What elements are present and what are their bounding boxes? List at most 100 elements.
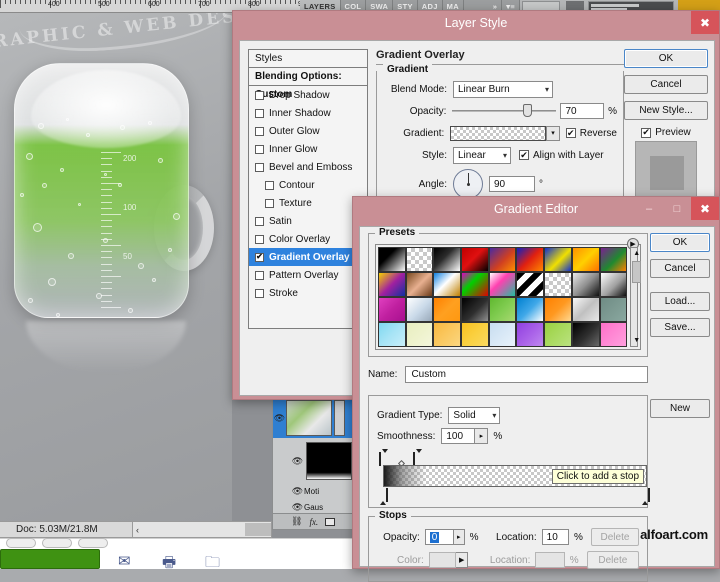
gradient-preset-2[interactable] (405, 247, 434, 272)
gradient-preset-25[interactable] (544, 297, 572, 322)
gradient-preset-13[interactable] (461, 272, 489, 297)
layers-panel-footer[interactable]: ⛓ fx. (273, 513, 363, 529)
style-checkbox[interactable] (255, 288, 264, 298)
stop-color-swatch[interactable] (428, 552, 457, 568)
stop-color-location-input[interactable] (535, 552, 565, 568)
reverse-checkbox[interactable]: ✔ (565, 128, 576, 138)
style-item-pattern-overlay[interactable]: Pattern Overlay (249, 266, 367, 284)
gradient-type-select[interactable]: Solid ▾ (448, 406, 501, 424)
stop-opacity-input[interactable]: 0 (424, 529, 454, 545)
style-checkbox[interactable] (255, 144, 264, 154)
style-checkbox[interactable] (255, 108, 264, 118)
envelope-icon[interactable]: ✉ (118, 552, 131, 570)
opacity-stop-left[interactable] (379, 449, 388, 466)
scrollbar-thumb[interactable] (245, 523, 271, 536)
eye-icon[interactable]: 👁 (273, 413, 286, 424)
scroll-up-icon[interactable]: ▲ (631, 248, 642, 259)
blend-mode-select[interactable]: Linear Burn ▾ (453, 80, 553, 98)
gradient-preset-36[interactable] (599, 322, 628, 347)
green-action-button[interactable] (0, 549, 100, 569)
new-style-button[interactable]: New Style... (624, 101, 708, 120)
gradient-preset-9[interactable] (599, 247, 628, 272)
minimize-icon[interactable]: – (635, 197, 663, 220)
scroll-down-icon[interactable]: ▼ (631, 335, 642, 346)
gradient-preset-15[interactable] (516, 272, 545, 297)
scroll-left-icon[interactable]: ‹ (133, 525, 139, 535)
delete-opacity-stop-button[interactable]: Delete (590, 528, 639, 546)
gradient-editor-dialog[interactable]: Gradient Editor – □ ✖ Presets ▶ ▲ ▼ Name… (352, 196, 720, 582)
smoothness-input[interactable]: 100 (441, 428, 476, 444)
slider-knob[interactable] (523, 104, 533, 117)
delete-color-stop-button[interactable]: Delete (586, 551, 639, 569)
scrollbar-thumb[interactable] (632, 261, 642, 283)
ok-button[interactable]: OK (624, 49, 708, 68)
style-checkbox[interactable]: ✔ (255, 252, 264, 262)
layer-row-selected[interactable]: 👁 (273, 398, 363, 438)
gradient-name-input[interactable]: Custom (405, 366, 648, 383)
gradient-editor-titlebar[interactable]: Gradient Editor – □ ✖ (353, 197, 719, 220)
gradient-preset-35[interactable] (571, 322, 600, 347)
gradient-preset-4[interactable] (461, 247, 489, 272)
gradient-preset-20[interactable] (405, 297, 434, 322)
gradient-preset-33[interactable] (516, 322, 545, 347)
close-icon[interactable]: ✖ (691, 197, 719, 220)
gradient-preset-24[interactable] (516, 297, 545, 322)
gradient-preset-28[interactable] (378, 322, 406, 347)
gradient-preset-17[interactable] (571, 272, 600, 297)
gradient-preset-19[interactable] (378, 297, 406, 322)
style-item-outer-glow[interactable]: Outer Glow (249, 122, 367, 140)
smart-filter-row[interactable]: 👁 Moti (273, 484, 363, 499)
chevron-down-icon[interactable]: ▾ (546, 125, 560, 141)
color-stop-right[interactable] (641, 488, 650, 505)
gradient-preset-18[interactable] (599, 272, 628, 297)
gradient-preset-21[interactable] (433, 297, 462, 322)
spinner-icon[interactable]: ▸ (475, 428, 489, 444)
color-picker-arrow-icon[interactable]: ▶ (456, 552, 469, 568)
style-checkbox[interactable] (255, 162, 264, 172)
color-stop-left[interactable] (379, 488, 388, 505)
window-controls[interactable]: ✖ (691, 11, 719, 34)
gradient-preset-23[interactable] (488, 297, 517, 322)
document-canvas[interactable]: RAPHIC & WEB DESIGN 200 100 50 (0, 13, 232, 525)
opacity-stop-selected[interactable] (413, 449, 422, 466)
maximize-icon[interactable]: □ (663, 197, 691, 220)
align-with-layer-checkbox[interactable]: ✔ (519, 150, 529, 160)
style-item-texture[interactable]: Texture (249, 194, 367, 212)
printer-icon[interactable]: 🖶 (162, 552, 176, 577)
gradient-bar-area[interactable]: Click to add a stop (377, 449, 650, 505)
link-icon[interactable]: ⛓ (291, 516, 302, 527)
style-checkbox[interactable] (255, 126, 264, 136)
gradient-preset-14[interactable] (488, 272, 517, 297)
cancel-button[interactable]: Cancel (650, 259, 710, 278)
mask-icon[interactable] (325, 517, 336, 526)
style-select[interactable]: Linear ▾ (453, 146, 511, 164)
gradient-preset-8[interactable] (571, 247, 600, 272)
spinner-icon[interactable]: ▸ (453, 529, 465, 545)
ok-button[interactable]: OK (650, 233, 710, 252)
gradient-preset-5[interactable] (488, 247, 517, 272)
gradient-preset-31[interactable] (461, 322, 489, 347)
layer-row[interactable]: 👁 (273, 440, 363, 482)
gradient-preset-27[interactable] (599, 297, 628, 322)
layer-thumbnail[interactable] (286, 400, 332, 436)
opacity-input[interactable]: 70 (560, 103, 605, 119)
gradient-preset-10[interactable] (378, 272, 406, 297)
style-item-gradient-overlay[interactable]: ✔ Gradient Overlay (249, 248, 367, 266)
stop-location-input[interactable]: 10 (541, 529, 570, 545)
gradient-preset-12[interactable] (433, 272, 462, 297)
preview-checkbox[interactable]: ✔ (641, 127, 652, 138)
folder-icon[interactable]: 🗀 (205, 552, 220, 577)
style-item-inner-shadow[interactable]: Inner Shadow (249, 104, 367, 122)
gradient-preset-22[interactable] (461, 297, 489, 322)
align-checkbox-row[interactable]: ✔ Align with Layer (519, 150, 604, 161)
style-checkbox[interactable] (265, 180, 274, 190)
style-checkbox[interactable] (255, 234, 264, 244)
gradient-preset-29[interactable] (405, 322, 434, 347)
cancel-button[interactable]: Cancel (624, 75, 708, 94)
gradient-preset-7[interactable] (544, 247, 572, 272)
eye-icon[interactable]: 👁 (291, 502, 304, 513)
eye-icon[interactable]: 👁 (291, 486, 304, 497)
gradient-preset-16[interactable] (544, 272, 572, 297)
styles-list[interactable]: Styles Blending Options: Custom Drop Sha… (248, 49, 368, 329)
gradient-preset-6[interactable] (516, 247, 545, 272)
